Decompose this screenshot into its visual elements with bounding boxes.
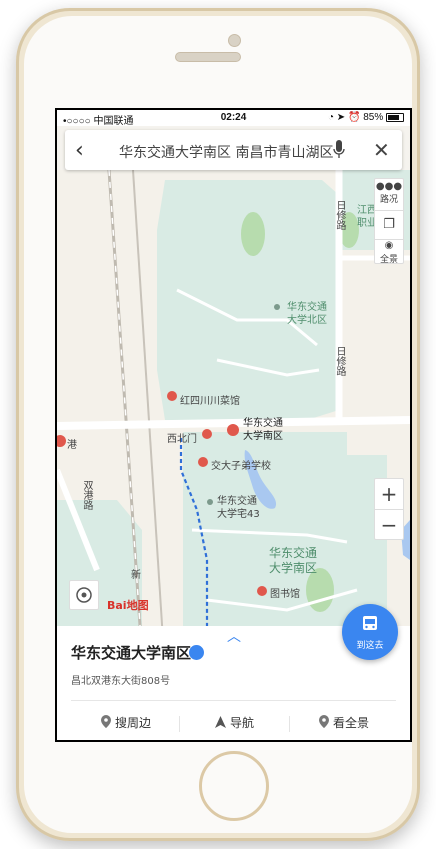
gang-marker bbox=[57, 435, 66, 447]
layers-button[interactable]: ❐ bbox=[375, 210, 403, 239]
battery-area: ◔ ➤ ⏰ 85% bbox=[328, 112, 404, 123]
label-xibeimen[interactable]: 西北门 bbox=[167, 430, 197, 445]
front-camera bbox=[228, 34, 241, 47]
chevron-up-icon[interactable]: ︿ bbox=[227, 626, 241, 646]
action-divider-1 bbox=[179, 716, 180, 732]
search-nearby-button[interactable]: 搜周边 bbox=[101, 708, 151, 738]
map-view[interactable]: 华东交通 大学北区 红四川川菜馆 西北门 华东交通 大学南区 交大子弟学校 华东… bbox=[57, 170, 410, 640]
map-layer-controls: ●●● 路况 ❐ ◉ 全景 bbox=[374, 178, 404, 266]
label-south-campus-big[interactable]: 华东交通 大学南区 bbox=[269, 546, 317, 576]
zoom-out-button[interactable]: − bbox=[375, 509, 403, 540]
label-south-campus-small[interactable]: 华东交通 大学南区 bbox=[243, 417, 283, 443]
go-here-button[interactable]: 到这去 bbox=[342, 604, 398, 660]
panel-divider bbox=[71, 700, 396, 701]
panorama-label: 看全景 bbox=[333, 716, 370, 730]
location-arrow-icon: ➤ bbox=[336, 112, 346, 123]
battery-percent: 85% bbox=[363, 112, 384, 123]
traffic-button[interactable]: ●●● 路况 bbox=[375, 179, 403, 210]
navigate-label: 导航 bbox=[230, 716, 255, 730]
label-gang: 港 bbox=[67, 440, 77, 451]
library-marker bbox=[257, 586, 267, 596]
action-divider-2 bbox=[289, 716, 290, 732]
back-icon[interactable]: ‹ bbox=[75, 138, 84, 163]
navigation-arrow-icon bbox=[215, 709, 226, 739]
search-query[interactable]: 华东交通大学南区 南昌市青山湖区 bbox=[119, 142, 333, 162]
streetview-icon: ◉ bbox=[384, 240, 394, 251]
label-xin: 新 bbox=[131, 570, 141, 581]
app-screen: •○○○○ 中国联通 02:24 ◔ ➤ ⏰ 85% 华东交通 大学北区 红四川… bbox=[57, 110, 410, 740]
label-north-campus[interactable]: 华东交通 大学北区 bbox=[287, 301, 327, 327]
battery-icon bbox=[386, 112, 404, 122]
restaurant-marker bbox=[167, 391, 177, 401]
navigate-button[interactable]: 导航 bbox=[215, 708, 254, 738]
search-nearby-label: 搜周边 bbox=[115, 716, 152, 730]
zoom-in-button[interactable]: + bbox=[375, 479, 403, 509]
search-bar: ‹ 华东交通大学南区 南昌市青山湖区 ✕ bbox=[65, 130, 402, 170]
alarm-clock-icon: ⏰ bbox=[347, 112, 361, 123]
south-campus-marker bbox=[227, 424, 239, 436]
label-library[interactable]: 图书馆 bbox=[270, 585, 300, 600]
housing-dot bbox=[207, 499, 213, 505]
label-rixiu-road-top: 日修路 bbox=[334, 200, 345, 230]
panorama-button[interactable]: 看全景 bbox=[319, 708, 369, 738]
park-north bbox=[241, 212, 265, 256]
label-shuanggang-road: 双港路 bbox=[81, 480, 92, 510]
locate-me-button[interactable] bbox=[69, 580, 99, 610]
streetview-label: 全景 bbox=[379, 255, 398, 265]
north-campus-dot bbox=[274, 304, 280, 310]
baidu-map-logo: Bai地图 bbox=[107, 599, 149, 612]
traffic-label: 路况 bbox=[379, 195, 398, 205]
nearby-pin-icon bbox=[101, 709, 111, 739]
phone-screen: •○○○○ 中国联通 02:24 ◔ ➤ ⏰ 85% 华东交通 大学北区 红四川… bbox=[55, 108, 412, 742]
streetview-button[interactable]: ◉ 全景 bbox=[375, 239, 403, 266]
traffic-icon: ●●● bbox=[375, 181, 403, 192]
gate-marker bbox=[202, 429, 212, 439]
go-here-label: 到这去 bbox=[356, 641, 384, 651]
panorama-pin-icon bbox=[319, 709, 329, 739]
home-button[interactable] bbox=[199, 751, 269, 821]
southwest-area bbox=[57, 500, 142, 640]
earpiece-speaker bbox=[175, 52, 241, 62]
place-title: 华东交通大学南区 bbox=[71, 644, 192, 662]
verified-location-icon bbox=[189, 645, 204, 660]
bus-icon bbox=[363, 616, 377, 630]
alarm-icon: ◔ bbox=[327, 112, 335, 123]
layers-icon: ❐ bbox=[383, 217, 395, 232]
close-icon[interactable]: ✕ bbox=[373, 138, 390, 162]
status-bar: •○○○○ 中国联通 02:24 ◔ ➤ ⏰ 85% bbox=[57, 110, 410, 127]
locate-icon bbox=[76, 587, 92, 603]
school-marker bbox=[198, 457, 208, 467]
label-housing[interactable]: 华东交通 大学宅43 bbox=[217, 495, 260, 521]
zoom-controls: + − bbox=[374, 478, 404, 540]
label-school[interactable]: 交大子弟学校 bbox=[211, 457, 271, 472]
place-address: 昌北双港东大街808号 bbox=[71, 676, 171, 687]
microphone-icon[interactable] bbox=[333, 140, 345, 164]
label-rixiu-road-mid: 日修路 bbox=[334, 346, 345, 376]
label-hongsi-restaurant[interactable]: 红四川川菜馆 bbox=[180, 392, 240, 407]
